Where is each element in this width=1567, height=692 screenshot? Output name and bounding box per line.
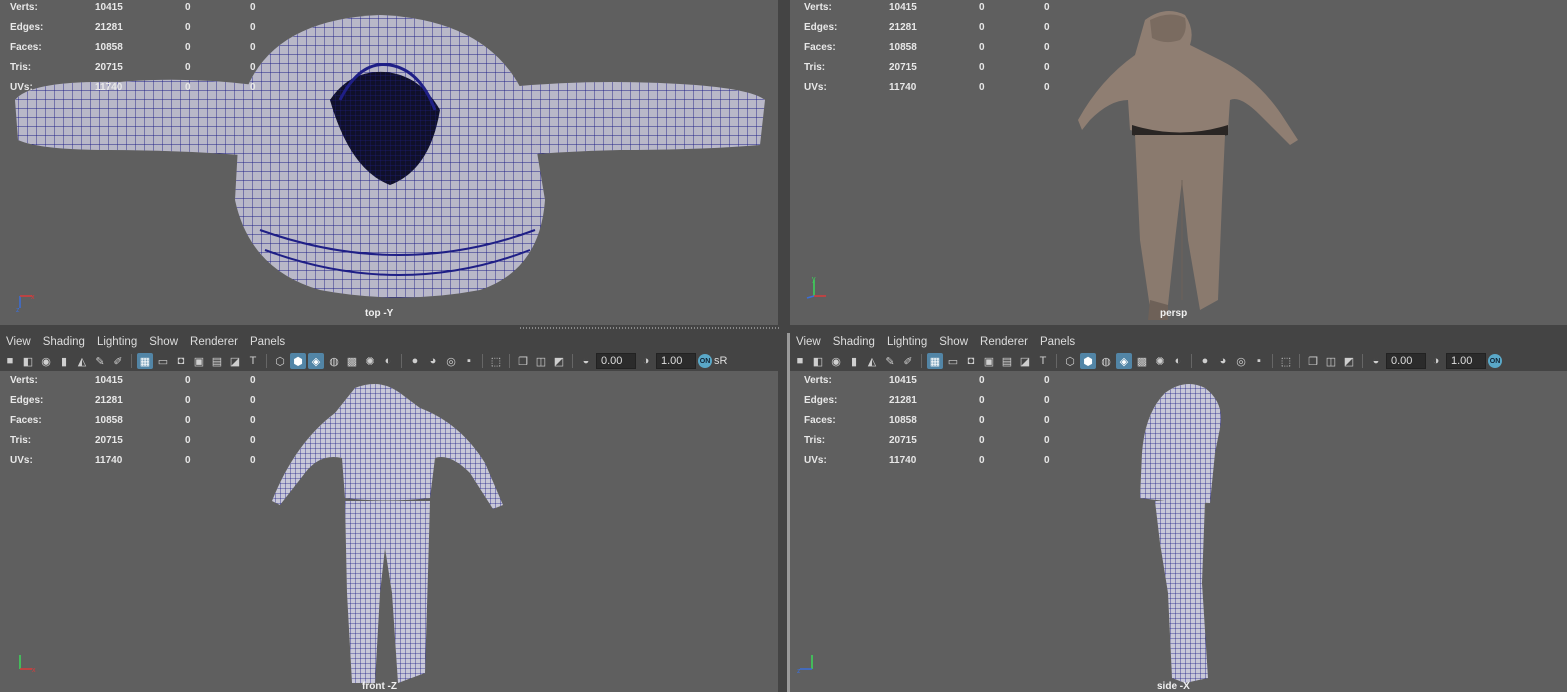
hud-row: Verts: 10415 0 0 bbox=[804, 1, 1050, 13]
hud-row: Edges: 21281 0 0 bbox=[10, 394, 256, 406]
viewport-divider[interactable] bbox=[0, 325, 1567, 333]
viewport-front[interactable]: View Shading Lighting Show Renderer Pane… bbox=[0, 333, 778, 692]
hud-row: UVs: 11740 0 0 bbox=[10, 454, 256, 466]
poly-count-hud: Verts: 10415 0 0 Edges: 21281 0 0 Faces: 10858 0… bbox=[804, 0, 1074, 97]
viewport-label: side -X bbox=[1157, 681, 1190, 692]
svg-text:y: y bbox=[812, 276, 816, 283]
viewport-top[interactable]: Verts: 10415 0 0 Edges: 21281 0 0 Faces: 10858 0… bbox=[0, 0, 778, 325]
hud-row: UVs: 11740 0 0 bbox=[804, 81, 1050, 93]
svg-text:x: x bbox=[32, 667, 36, 674]
hud-row: Faces: 10858 0 0 bbox=[10, 41, 256, 53]
axis-gizmo-icon: x bbox=[19, 655, 36, 674]
hud-row: Edges: 21281 0 0 bbox=[804, 394, 1050, 406]
viewport-label: persp bbox=[1160, 308, 1188, 319]
hud-row: Verts: 10415 0 0 bbox=[10, 1, 256, 13]
poly-count-hud: Verts: 10415 0 0 Edges: 21281 0 0 Faces: 10858 0… bbox=[804, 370, 1074, 470]
hud-row: Verts: 10415 0 0 bbox=[804, 374, 1050, 386]
svg-text:z: z bbox=[16, 307, 20, 314]
splitter-handle[interactable] bbox=[520, 327, 780, 329]
hud-row: UVs: 11740 0 0 bbox=[804, 454, 1050, 466]
hud-row: Edges: 21281 0 0 bbox=[10, 21, 256, 33]
hud-row: Tris: 20715 0 0 bbox=[10, 434, 256, 446]
axis-gizmo-icon: y bbox=[806, 276, 826, 299]
hud-row: Tris: 20715 0 0 bbox=[804, 61, 1050, 73]
viewport-side[interactable]: View Shading Lighting Show Renderer Pane… bbox=[790, 333, 1567, 692]
poly-count-hud: Verts: 10415 0 0 Edges: 21281 0 0 Faces: 10858 0… bbox=[10, 370, 280, 470]
viewport-persp[interactable]: Verts: 10415 0 0 Edges: 21281 0 0 Faces: 10858 0… bbox=[790, 0, 1567, 325]
poly-count-hud: Verts: 10415 0 0 Edges: 21281 0 0 Faces: 10858 0… bbox=[10, 0, 280, 97]
hud-row: Tris: 20715 0 0 bbox=[10, 61, 256, 73]
hud-row: Verts: 10415 0 0 bbox=[10, 374, 256, 386]
svg-text:z: z bbox=[797, 668, 801, 675]
axis-gizmo-icon: x z bbox=[16, 294, 35, 314]
viewport-label: top -Y bbox=[365, 308, 394, 319]
svg-text:x: x bbox=[31, 294, 35, 301]
axis-gizmo-icon: z bbox=[797, 655, 813, 675]
hud-row: Edges: 21281 0 0 bbox=[804, 21, 1050, 33]
hud-row: Faces: 10858 0 0 bbox=[804, 414, 1050, 426]
hud-row: UVs: 11740 0 0 bbox=[10, 81, 256, 93]
hud-row: Faces: 10858 0 0 bbox=[10, 414, 256, 426]
viewport-label: front -Z bbox=[362, 681, 397, 692]
hud-row: Tris: 20715 0 0 bbox=[804, 434, 1050, 446]
hud-row: Faces: 10858 0 0 bbox=[804, 41, 1050, 53]
